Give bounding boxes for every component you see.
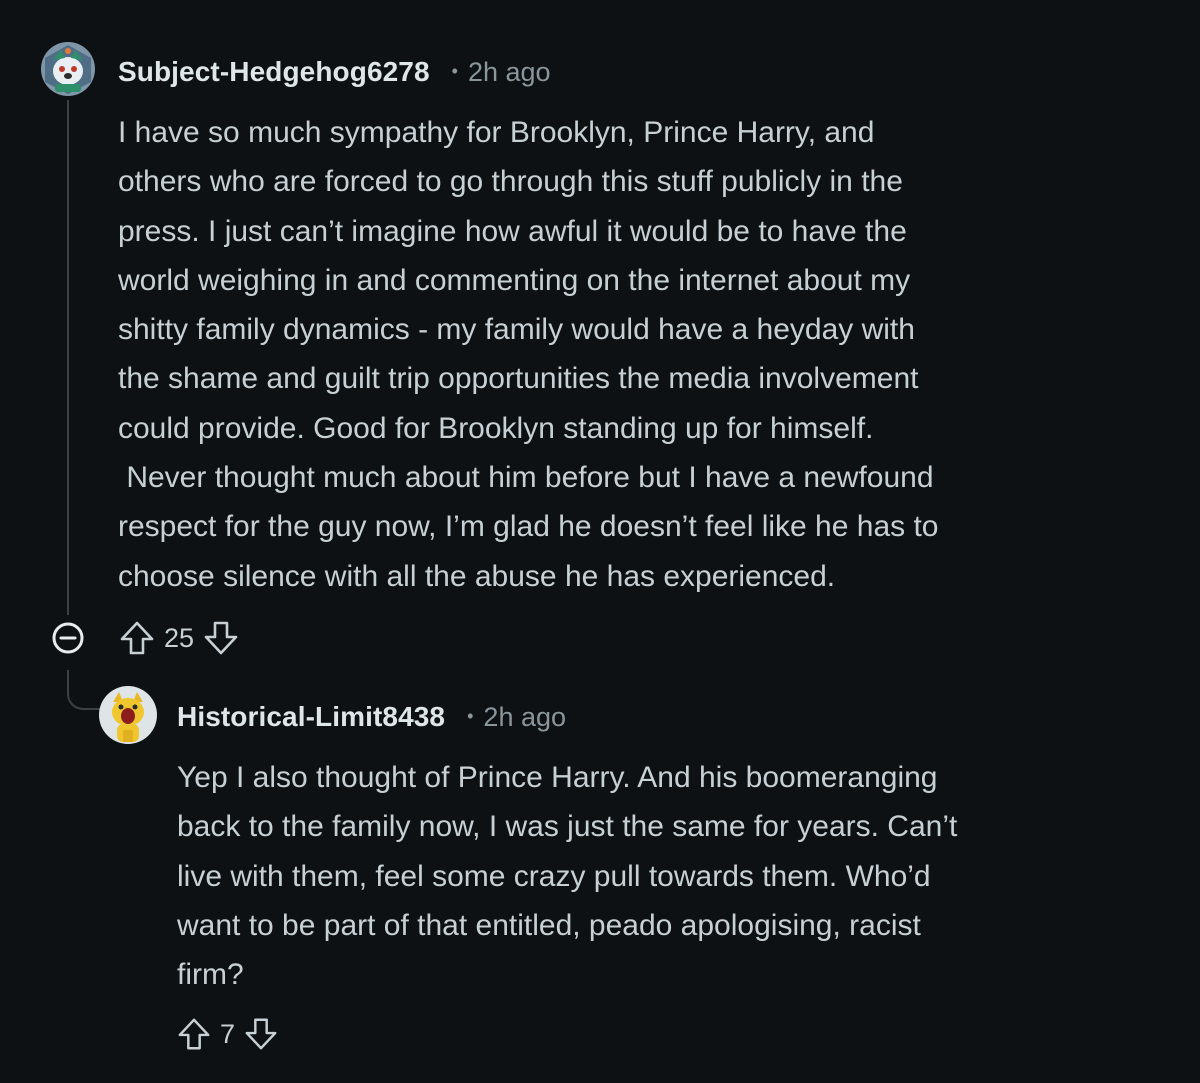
comment-header: Subject-Hedgehog6278 • 2h ago — [118, 56, 551, 88]
comment-line: others who are forced to go through this… — [118, 165, 903, 199]
comment-line: back to the family now, I was just the s… — [177, 810, 958, 844]
username[interactable]: Historical-Limit8438 — [177, 701, 445, 733]
avatar[interactable] — [41, 42, 95, 96]
comment-body: I have so much sympathy for Brooklyn, Pr… — [118, 108, 1118, 601]
comment-line: world weighing in and commenting on the … — [118, 263, 911, 297]
comment-line: could provide. Good for Brooklyn standin… — [118, 411, 874, 445]
timestamp[interactable]: 2h ago — [483, 702, 566, 733]
comment-line: Yep I also thought of Prince Harry. And … — [177, 761, 938, 794]
separator-dot: • — [451, 60, 458, 81]
downvote-button[interactable] — [243, 1016, 279, 1052]
comment-line: firm? — [177, 958, 244, 992]
vote-bar: 25 — [118, 619, 240, 657]
avatar[interactable] — [99, 686, 157, 744]
comment-line: choose silence with all the abuse he has… — [118, 559, 836, 593]
cat-avatar-icon — [99, 686, 157, 744]
reply-thread-connector — [67, 670, 101, 710]
comment-line: live with them, feel some crazy pull tow… — [177, 859, 931, 893]
separator-dot: • — [467, 705, 474, 726]
comment-line: want to be part of that entitled, peado … — [177, 908, 921, 942]
comment-body: Yep I also thought of Prince Harry. And … — [177, 753, 1137, 999]
comment-header: Historical-Limit8438 • 2h ago — [177, 701, 566, 733]
downvote-arrow-icon — [204, 621, 238, 655]
comment-line: respect for the guy now, I’m glad he doe… — [118, 510, 939, 544]
vote-bar: 7 — [176, 1016, 279, 1052]
downvote-arrow-icon — [245, 1018, 277, 1050]
comment-line: Never thought much about him before but … — [118, 461, 934, 495]
comment-line: shitty family dynamics - my family would… — [118, 313, 915, 347]
upvote-arrow-icon — [178, 1018, 210, 1050]
vote-count: 25 — [164, 622, 195, 653]
hedgehog-avatar-icon — [41, 42, 95, 96]
downvote-button[interactable] — [202, 619, 240, 657]
collapse-minus-icon — [52, 622, 84, 654]
comment-line: press. I just can’t imagine how awful it… — [118, 214, 907, 248]
upvote-arrow-icon — [120, 621, 154, 655]
comment-line: I have so much sympathy for Brooklyn, Pr… — [118, 116, 875, 149]
collapse-thread-button[interactable] — [51, 621, 85, 655]
thread-line[interactable] — [67, 100, 69, 615]
upvote-button[interactable] — [118, 619, 156, 657]
username[interactable]: Subject-Hedgehog6278 — [118, 56, 430, 88]
vote-count: 7 — [220, 1018, 236, 1049]
upvote-button[interactable] — [176, 1016, 212, 1052]
timestamp[interactable]: 2h ago — [468, 57, 551, 88]
comment-line: the shame and guilt trip opportunities t… — [118, 362, 919, 396]
